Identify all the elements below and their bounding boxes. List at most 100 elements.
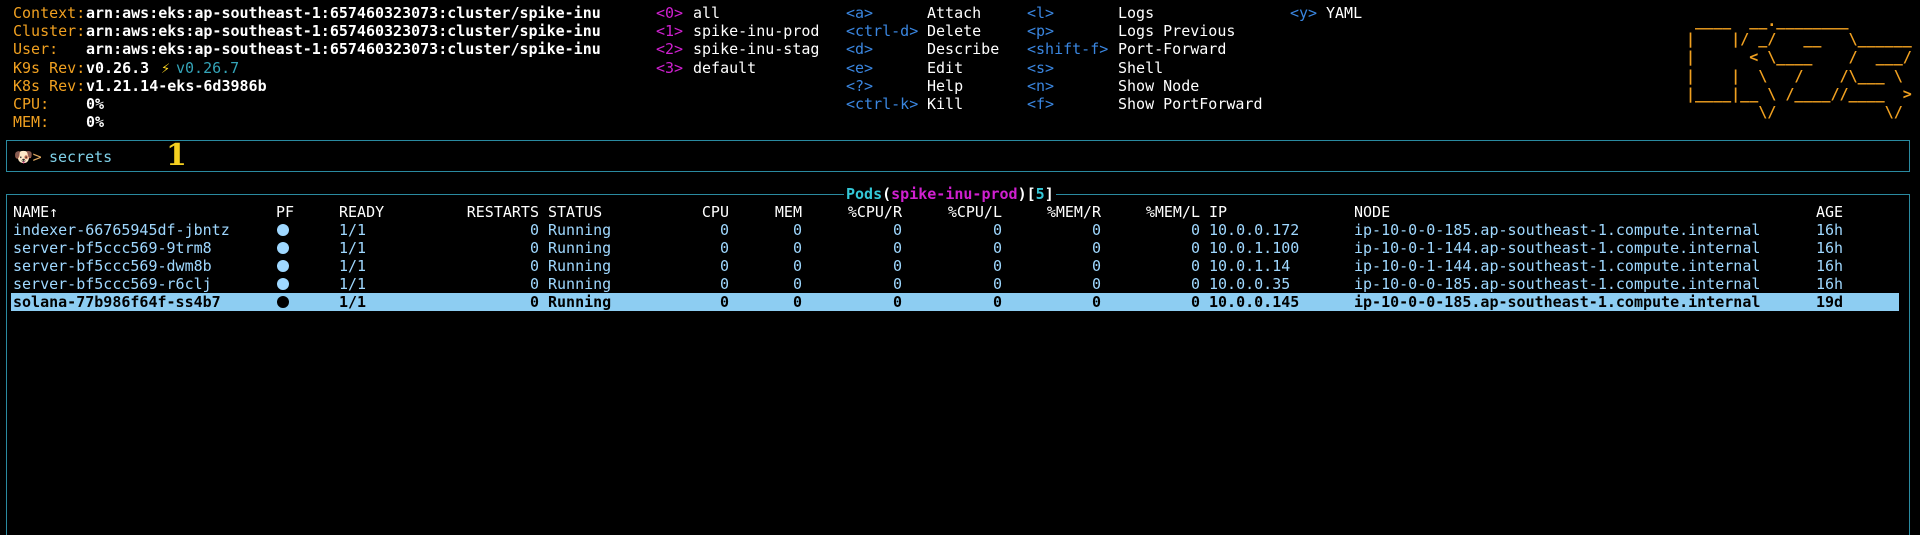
column-header-pf[interactable]: PF <box>276 203 294 221</box>
cell-mem-r: 0 <box>1091 239 1101 258</box>
cell-mem: 0 <box>792 239 802 258</box>
cell-age: 16h <box>1816 275 1844 294</box>
command-label[interactable]: Delete <box>927 22 981 40</box>
column-header-status[interactable]: STATUS <box>548 203 602 221</box>
cell-name[interactable]: server-bf5ccc569-r6clj <box>13 275 212 293</box>
command-key[interactable]: <shift-f> <box>1027 40 1108 58</box>
info-value: arn:aws:eks:ap-southeast-1:657460323073:… <box>86 22 601 41</box>
command-key[interactable]: <y> <box>1290 4 1317 22</box>
cell-ready: 1/1 <box>339 275 367 294</box>
column-header-age[interactable]: AGE <box>1816 203 1843 221</box>
command-key[interactable]: <?> <box>846 77 873 95</box>
cell-cpu: 0 <box>719 275 729 294</box>
command-key[interactable]: <p> <box>1027 22 1054 40</box>
cell-cpu-l: 0 <box>992 257 1002 276</box>
column-header-mem-r[interactable]: %MEM/R <box>1047 203 1101 221</box>
cell-mem-r: 0 <box>1091 275 1101 294</box>
cell-ready: 1/1 <box>339 257 367 276</box>
column-header-cpu-r[interactable]: %CPU/R <box>848 203 902 221</box>
namespace-key[interactable]: <0> <box>656 4 683 22</box>
table-namespace: spike-inu-prod <box>891 185 1018 203</box>
cell-cpu: 0 <box>719 221 729 239</box>
namespace-label[interactable]: default <box>693 59 756 77</box>
namespace-label[interactable]: all <box>693 4 720 22</box>
cell-cpu-r: 0 <box>892 275 902 294</box>
latest-revision: v0.26.7 <box>176 58 240 77</box>
dog-icon: 🐶> <box>14 148 42 166</box>
cell-mem: 0 <box>792 293 802 312</box>
cell-cpu-r: 0 <box>892 239 902 258</box>
namespace-key[interactable]: <1> <box>656 22 683 40</box>
command-label[interactable]: Show PortForward <box>1118 95 1263 113</box>
cell-restarts: 0 <box>529 257 539 276</box>
cell-name[interactable]: server-bf5ccc569-9trm8 <box>13 239 212 257</box>
command-label[interactable]: Attach <box>927 4 981 22</box>
command-key[interactable]: <l> <box>1027 4 1054 22</box>
column-header-ready[interactable]: READY <box>339 203 384 221</box>
annotation-marker: 1 <box>166 138 187 173</box>
cell-name[interactable]: indexer-66765945df-jbntz <box>13 221 230 239</box>
command-key[interactable]: <d> <box>846 40 873 58</box>
info-value: 0% <box>86 113 105 132</box>
command-key[interactable]: <a> <box>846 4 873 22</box>
cell-restarts: 0 <box>529 275 539 294</box>
cell-status: Running <box>548 221 612 239</box>
cell-status: Running <box>548 275 612 294</box>
column-header-node[interactable]: NODE <box>1354 203 1390 221</box>
command-prompt[interactable] <box>6 140 1910 172</box>
info-label: Cluster: <box>13 22 86 41</box>
cell-name[interactable]: solana-77b986f64f-ss4b7 <box>13 293 221 311</box>
cell-cpu-r: 0 <box>892 257 902 276</box>
table-resource: Pods <box>846 185 883 203</box>
port-forward-indicator-icon <box>277 242 289 255</box>
command-input[interactable]: secrets <box>49 148 112 166</box>
command-label[interactable]: Shell <box>1118 59 1163 77</box>
cell-cpu-l: 0 <box>992 293 1002 312</box>
command-label[interactable]: Logs Previous <box>1118 22 1235 40</box>
command-label[interactable]: Describe <box>927 40 999 58</box>
cell-mem: 0 <box>792 257 802 276</box>
command-key[interactable]: <f> <box>1027 95 1054 113</box>
namespace-label[interactable]: spike-inu-prod <box>693 22 819 40</box>
column-header-restarts[interactable]: RESTARTS <box>467 203 539 221</box>
column-header-cpu[interactable]: CPU <box>702 203 729 221</box>
info-label: CPU: <box>13 95 50 113</box>
command-label[interactable]: YAML <box>1326 4 1362 22</box>
cell-status: Running <box>548 293 612 312</box>
cell-restarts: 0 <box>529 239 539 258</box>
command-key[interactable]: <s> <box>1027 59 1054 77</box>
cell-age: 16h <box>1816 257 1844 276</box>
column-header-cpu-l[interactable]: %CPU/L <box>948 203 1002 221</box>
cell-cpu-r: 0 <box>892 221 902 239</box>
command-key[interactable]: <n> <box>1027 77 1054 95</box>
namespace-key[interactable]: <3> <box>656 59 683 77</box>
column-header-ip[interactable]: IP <box>1209 203 1227 221</box>
info-label: K8s Rev: <box>13 76 86 95</box>
cell-mem-l: 0 <box>1190 221 1200 239</box>
namespace-key[interactable]: <2> <box>656 40 683 58</box>
command-label[interactable]: Show Node <box>1118 77 1199 95</box>
command-label[interactable]: Kill <box>927 95 963 113</box>
info-value: v1.21.14-eks-6d3986b <box>86 76 267 95</box>
column-header-mem[interactable]: MEM <box>775 203 802 221</box>
command-key[interactable]: <e> <box>846 59 873 77</box>
table-title: Pods(spike-inu-prod)[5] <box>844 185 1056 203</box>
cell-mem-r: 0 <box>1091 293 1101 312</box>
cell-ip: 10.0.1.100 <box>1209 239 1300 258</box>
column-header-name[interactable]: NAME↑ <box>13 203 58 221</box>
command-key[interactable]: <ctrl-k> <box>846 95 918 113</box>
command-label[interactable]: Edit <box>927 59 963 77</box>
namespace-label[interactable]: spike-inu-stag <box>693 40 819 58</box>
cell-node: ip-10-0-1-144.ap-southeast-1.compute.int… <box>1354 239 1761 258</box>
cell-mem-l: 0 <box>1190 257 1200 276</box>
info-label: MEM: <box>13 113 50 132</box>
command-label[interactable]: Help <box>927 77 963 95</box>
cell-name[interactable]: server-bf5ccc569-dwm8b <box>13 257 212 275</box>
command-label[interactable]: Port-Forward <box>1118 40 1226 58</box>
column-header-mem-l[interactable]: %MEM/L <box>1146 203 1200 221</box>
command-label[interactable]: Logs <box>1118 4 1154 22</box>
info-label: K9s Rev: <box>13 58 86 77</box>
info-value: arn:aws:eks:ap-southeast-1:657460323073:… <box>86 40 601 59</box>
command-key[interactable]: <ctrl-d> <box>846 22 918 40</box>
info-label: Context: <box>13 4 86 22</box>
